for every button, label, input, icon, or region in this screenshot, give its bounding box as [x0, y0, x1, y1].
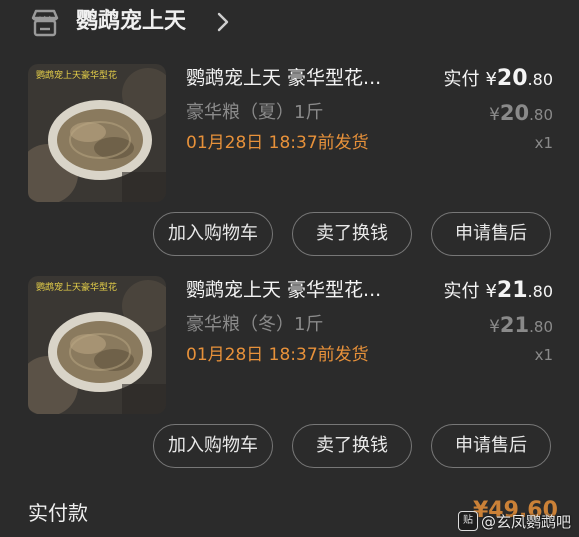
- ship-deadline: 01月28日 18:37前发货: [186, 133, 369, 153]
- after-sales-button[interactable]: 申请售后: [431, 424, 551, 468]
- product-title[interactable]: 鹦鹉宠上天 豪华型花...: [186, 64, 421, 92]
- currency-symbol: ¥: [489, 317, 500, 337]
- product-variant: 豪华粮（夏）1斤: [186, 102, 324, 123]
- price-decimal: .80: [527, 282, 553, 301]
- resell-button[interactable]: 卖了换钱: [292, 424, 412, 468]
- price-decimal: .80: [529, 106, 553, 124]
- paid-price: 实付 ¥20.80: [443, 64, 553, 95]
- quantity: x1: [534, 346, 553, 364]
- price-decimal: .80: [529, 318, 553, 336]
- order-item[interactable]: 鹦鹉宠上天豪华型花 鹦鹉宠上天 豪华型花... 豪华粮（冬）1斤 01月28日 …: [0, 276, 579, 486]
- watermark-text: @玄凤鹦鹉吧: [481, 512, 572, 531]
- watermark: 贴 @玄凤鹦鹉吧: [458, 508, 571, 534]
- image-caption: 鹦鹉宠上天豪华型花: [36, 71, 118, 81]
- order-item[interactable]: 鹦鹉宠上天豪华型花 鹦鹉宠上天 豪华型花... 豪华粮（夏）1斤 01月28日 …: [0, 64, 579, 274]
- shop-icon: [31, 9, 59, 37]
- ship-deadline: 01月28日 18:37前发货: [186, 345, 369, 365]
- quantity: x1: [534, 134, 553, 152]
- add-to-cart-button[interactable]: 加入购物车: [153, 424, 273, 468]
- product-image[interactable]: 鹦鹉宠上天豪华型花: [28, 276, 166, 414]
- paid-price: 实付 ¥21.80: [443, 276, 553, 307]
- currency-symbol: ¥: [485, 69, 497, 90]
- shop-header[interactable]: 鹦鹉宠上天: [0, 0, 579, 44]
- price-integer: 21: [499, 313, 530, 337]
- paid-label: 实付: [443, 281, 480, 302]
- product-image[interactable]: 鹦鹉宠上天豪华型花: [28, 64, 166, 202]
- price-integer: 20: [496, 66, 528, 91]
- product-variant: 豪华粮（冬）1斤: [186, 314, 324, 335]
- price-decimal: .80: [527, 70, 553, 89]
- price-integer: 20: [499, 101, 530, 125]
- add-to-cart-button[interactable]: 加入购物车: [153, 212, 273, 256]
- paid-label: 实付: [443, 69, 480, 90]
- resell-button[interactable]: 卖了换钱: [292, 212, 412, 256]
- shop-name[interactable]: 鹦鹉宠上天: [76, 6, 186, 38]
- total-paid-label: 实付款: [28, 501, 88, 525]
- chevron-right-icon[interactable]: [216, 11, 230, 33]
- price-integer: 21: [496, 278, 528, 303]
- unit-price: ¥21.80: [489, 310, 553, 342]
- unit-price: ¥20.80: [489, 98, 553, 130]
- image-caption: 鹦鹉宠上天豪华型花: [36, 283, 118, 293]
- currency-symbol: ¥: [485, 281, 497, 302]
- tieba-logo-icon: 贴: [458, 511, 478, 531]
- product-title[interactable]: 鹦鹉宠上天 豪华型花...: [186, 276, 421, 304]
- after-sales-button[interactable]: 申请售后: [431, 212, 551, 256]
- currency-symbol: ¥: [489, 105, 500, 125]
